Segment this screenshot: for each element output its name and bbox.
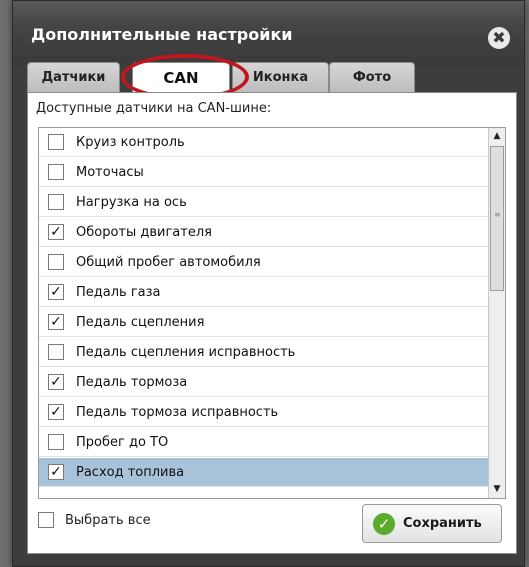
scrollbar[interactable]: ▲ ≡ ▼ xyxy=(488,128,505,498)
sensor-row[interactable]: Пробег до ТО xyxy=(39,428,489,457)
tab-sensors[interactable]: Датчики xyxy=(27,62,120,92)
save-button[interactable]: ✓ Сохранить xyxy=(362,504,502,543)
sensor-label: Педаль сцепления исправность xyxy=(76,345,296,360)
sensor-row[interactable]: Моточасы xyxy=(39,158,489,187)
sensor-label: Расход топлива xyxy=(76,465,185,480)
sensor-row[interactable]: ✓ Педаль сцепления xyxy=(39,308,489,337)
sensor-checkbox[interactable] xyxy=(48,434,64,450)
sensor-label: Моточасы xyxy=(76,165,144,180)
can-panel: Доступные датчики на CAN-шине: Круиз кон… xyxy=(27,92,517,554)
sensor-label: Педаль тормоза исправность xyxy=(76,405,279,420)
sensor-checkbox[interactable]: ✓ xyxy=(48,284,64,300)
dialog-title: Дополнительные настройки xyxy=(31,25,293,44)
sensor-list: Круиз контроль Моточасы Нагрузка на ось ✓ Об… xyxy=(38,127,506,499)
close-icon[interactable]: ✖ xyxy=(488,27,510,49)
sensor-row[interactable]: Общий пробег автомобиля xyxy=(39,248,489,277)
sensor-checkbox[interactable] xyxy=(48,194,64,210)
sensor-row[interactable]: ✓ Педаль газа xyxy=(39,278,489,307)
sensor-row[interactable]: Круиз контроль xyxy=(39,128,489,157)
sensor-label: Пробег до ТО xyxy=(76,435,169,450)
sensor-checkbox[interactable]: ✓ xyxy=(48,224,64,240)
sensor-checkbox[interactable] xyxy=(48,134,64,150)
scrollbar-thumb[interactable]: ≡ xyxy=(490,146,504,291)
tab-photo[interactable]: Фото xyxy=(329,62,415,92)
select-all-checkbox[interactable] xyxy=(38,512,54,528)
sensor-row[interactable]: Педаль сцепления исправность xyxy=(39,338,489,367)
sensor-row[interactable]: ✓ Педаль тормоза исправность xyxy=(39,398,489,427)
sensor-row[interactable]: ✓ Расход топлива xyxy=(39,458,489,487)
tab-bar: Датчики CAN Иконка Фото xyxy=(27,62,517,94)
tab-icon[interactable]: Иконка xyxy=(232,62,329,92)
section-label: Доступные датчики на CAN-шине: xyxy=(36,101,272,116)
scroll-down-icon[interactable]: ▼ xyxy=(489,481,505,498)
sensor-checkbox[interactable]: ✓ xyxy=(48,404,64,420)
sensor-checkbox[interactable] xyxy=(48,164,64,180)
sensor-checkbox[interactable]: ✓ xyxy=(48,464,64,480)
checkmark-icon: ✓ xyxy=(373,513,395,535)
sensor-label: Педаль сцепления xyxy=(76,315,205,330)
sensor-label: Нагрузка на ось xyxy=(76,195,187,210)
sensor-label: Круиз контроль xyxy=(76,135,185,150)
sensor-label: Обороты двигателя xyxy=(76,225,212,240)
sensor-checkbox[interactable] xyxy=(48,344,64,360)
select-all-label: Выбрать все xyxy=(65,513,151,528)
dialog-titlebar: Дополнительные настройки ✖ xyxy=(13,1,524,65)
sensor-label: Общий пробег автомобиля xyxy=(76,255,261,270)
sensor-label: Педаль газа xyxy=(76,285,161,300)
sensor-checkbox[interactable] xyxy=(48,254,64,270)
grip-icon: ≡ xyxy=(494,210,501,219)
sensor-row[interactable]: ✓ Педаль тормоза xyxy=(39,368,489,397)
sensor-checkbox[interactable]: ✓ xyxy=(48,314,64,330)
sensor-checkbox[interactable]: ✓ xyxy=(48,374,64,390)
sensor-row[interactable]: Нагрузка на ось xyxy=(39,188,489,217)
sensor-row[interactable]: ✓ Обороты двигателя xyxy=(39,218,489,247)
scroll-up-icon[interactable]: ▲ xyxy=(489,128,505,145)
sensor-label: Педаль тормоза xyxy=(76,375,188,390)
tab-can[interactable]: CAN xyxy=(132,62,230,94)
settings-dialog: Дополнительные настройки ✖ Датчики CAN И… xyxy=(12,0,525,567)
save-label: Сохранить xyxy=(403,516,482,531)
